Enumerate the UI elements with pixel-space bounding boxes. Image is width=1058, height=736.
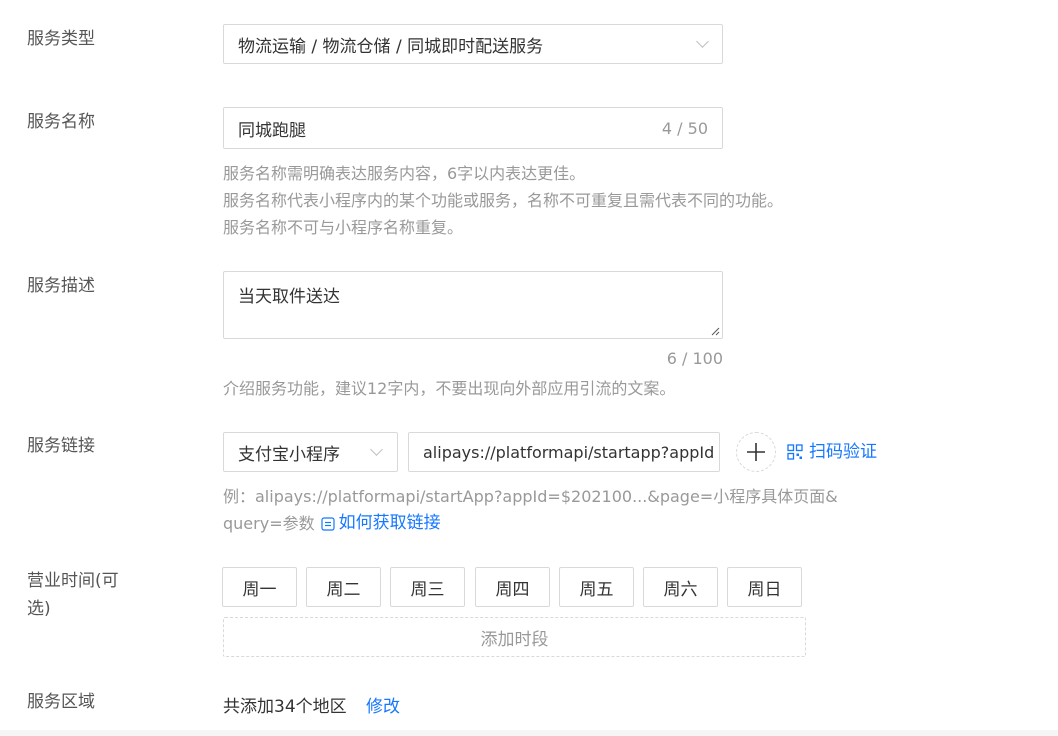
day-button-sat[interactable]: 周六 bbox=[643, 567, 718, 607]
service-name-char-count: 4 / 50 bbox=[661, 118, 708, 138]
service-name-value: 同城跑腿 bbox=[238, 120, 306, 141]
add-link-button[interactable] bbox=[736, 432, 776, 472]
plus-icon bbox=[747, 443, 765, 461]
day-button-sun[interactable]: 周日 bbox=[727, 567, 802, 607]
service-name-hint-2: 服务名称代表小程序内的某个功能或服务，名称不可重复且需代表不同的功能。 bbox=[223, 191, 784, 210]
link-url-input[interactable]: alipays://platformapi/startapp?appId bbox=[408, 432, 720, 472]
day-button-tue[interactable]: 周二 bbox=[306, 567, 381, 607]
scan-verify-button[interactable]: 扫码验证 bbox=[787, 439, 877, 465]
day-button-mon[interactable]: 周一 bbox=[222, 567, 297, 607]
service-desc-hint: 介绍服务功能，建议12字内，不要出现向外部应用引流的文案。 bbox=[223, 379, 676, 398]
link-type-select[interactable]: 支付宝小程序 bbox=[223, 432, 398, 472]
service-name-input[interactable]: 同城跑腿 4 / 50 bbox=[223, 107, 723, 149]
scan-verify-label: 扫码验证 bbox=[809, 442, 877, 462]
how-to-get-link-label: 如何获取链接 bbox=[338, 513, 441, 533]
business-hours-label-line-1: 营业时间(可 bbox=[27, 571, 119, 591]
how-to-get-link[interactable]: 如何获取链接 bbox=[321, 510, 441, 537]
link-url-value: alipays://platformapi/startapp?appId bbox=[423, 442, 715, 462]
day-button-thu[interactable]: 周四 bbox=[475, 567, 550, 607]
day-button-wed[interactable]: 周三 bbox=[390, 567, 465, 607]
resize-handle-icon[interactable] bbox=[710, 326, 720, 336]
chevron-down-icon bbox=[370, 443, 383, 456]
add-period-button[interactable]: 添加时段 bbox=[223, 617, 806, 657]
service-name-hint-3: 服务名称不可与小程序名称重复。 bbox=[223, 218, 464, 237]
service-area-summary: 共添加34个地区 bbox=[223, 697, 347, 717]
bottom-divider bbox=[0, 730, 1058, 736]
service-desc-textarea[interactable]: 当天取件送达 bbox=[223, 271, 723, 339]
service-type-label: 服务类型 bbox=[27, 29, 95, 49]
service-area-label: 服务区域 bbox=[27, 692, 95, 712]
service-link-label: 服务链接 bbox=[27, 436, 95, 456]
qr-code-icon bbox=[787, 444, 803, 460]
service-desc-label: 服务描述 bbox=[27, 276, 95, 296]
service-desc-char-count: 6 / 100 bbox=[666, 349, 723, 368]
service-name-label: 服务名称 bbox=[27, 112, 95, 132]
day-button-fri[interactable]: 周五 bbox=[559, 567, 634, 607]
link-example-query: query=参数 bbox=[223, 514, 315, 533]
link-example-line-2: query=参数 如何获取链接 bbox=[223, 510, 441, 537]
chevron-down-icon bbox=[696, 35, 709, 48]
service-desc-value: 当天取件送达 bbox=[238, 287, 340, 307]
service-area-edit-link[interactable]: 修改 bbox=[366, 694, 400, 720]
service-type-select[interactable]: 物流运输 / 物流仓储 / 同城即时配送服务 bbox=[223, 24, 723, 64]
service-name-hint-1: 服务名称需明确表达服务内容，6字以内表达更佳。 bbox=[223, 164, 586, 183]
service-type-value: 物流运输 / 物流仓储 / 同城即时配送服务 bbox=[238, 36, 544, 57]
link-example-line-1: 例：alipays://platformapi/startApp?appId=$… bbox=[223, 487, 838, 506]
business-hours-label-line-2: 选) bbox=[27, 599, 51, 619]
link-type-value: 支付宝小程序 bbox=[238, 444, 340, 465]
doc-icon bbox=[321, 516, 335, 531]
